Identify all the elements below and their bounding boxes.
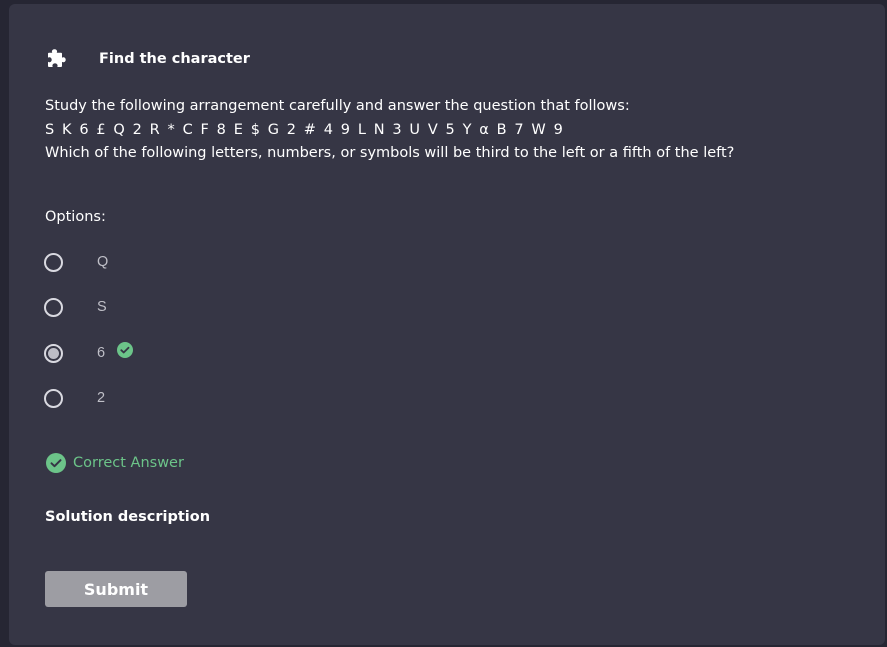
check-circle-icon: [46, 453, 66, 473]
question-header: Find the character: [45, 46, 250, 72]
radio-button[interactable]: [44, 252, 63, 272]
puzzle-piece-icon: [45, 47, 69, 71]
radio-dot: [48, 347, 59, 359]
option-label: S: [97, 299, 107, 315]
option-2[interactable]: 2: [44, 385, 105, 411]
solution-title: Solution description: [45, 509, 211, 525]
option-q[interactable]: Q: [44, 249, 108, 275]
option-label: Q: [97, 254, 109, 270]
option-label: 2: [97, 390, 106, 406]
question-prompt: Which of the following letters, numbers,…: [45, 145, 735, 161]
radio-button[interactable]: [44, 297, 63, 317]
radio-button-selected[interactable]: [44, 343, 63, 363]
question-instruction: Study the following arrangement carefull…: [45, 98, 630, 114]
option-6[interactable]: 6: [44, 340, 134, 366]
result-text: Correct Answer: [73, 455, 184, 471]
question-sequence: S K 6 £ Q 2 R * C F 8 E $ G 2 # 4 9 L N …: [45, 121, 565, 138]
question-body: Study the following arrangement carefull…: [45, 95, 865, 166]
option-label: 6: [97, 345, 106, 361]
options-label: Options:: [45, 209, 106, 225]
submit-button[interactable]: Submit: [45, 571, 187, 607]
question-card: Find the character Study the following a…: [9, 4, 885, 645]
radio-button[interactable]: [44, 388, 63, 408]
question-title: Find the character: [99, 51, 250, 67]
result-status: Correct Answer: [46, 453, 184, 473]
correct-check-icon: [117, 342, 134, 358]
option-s[interactable]: S: [44, 294, 107, 320]
